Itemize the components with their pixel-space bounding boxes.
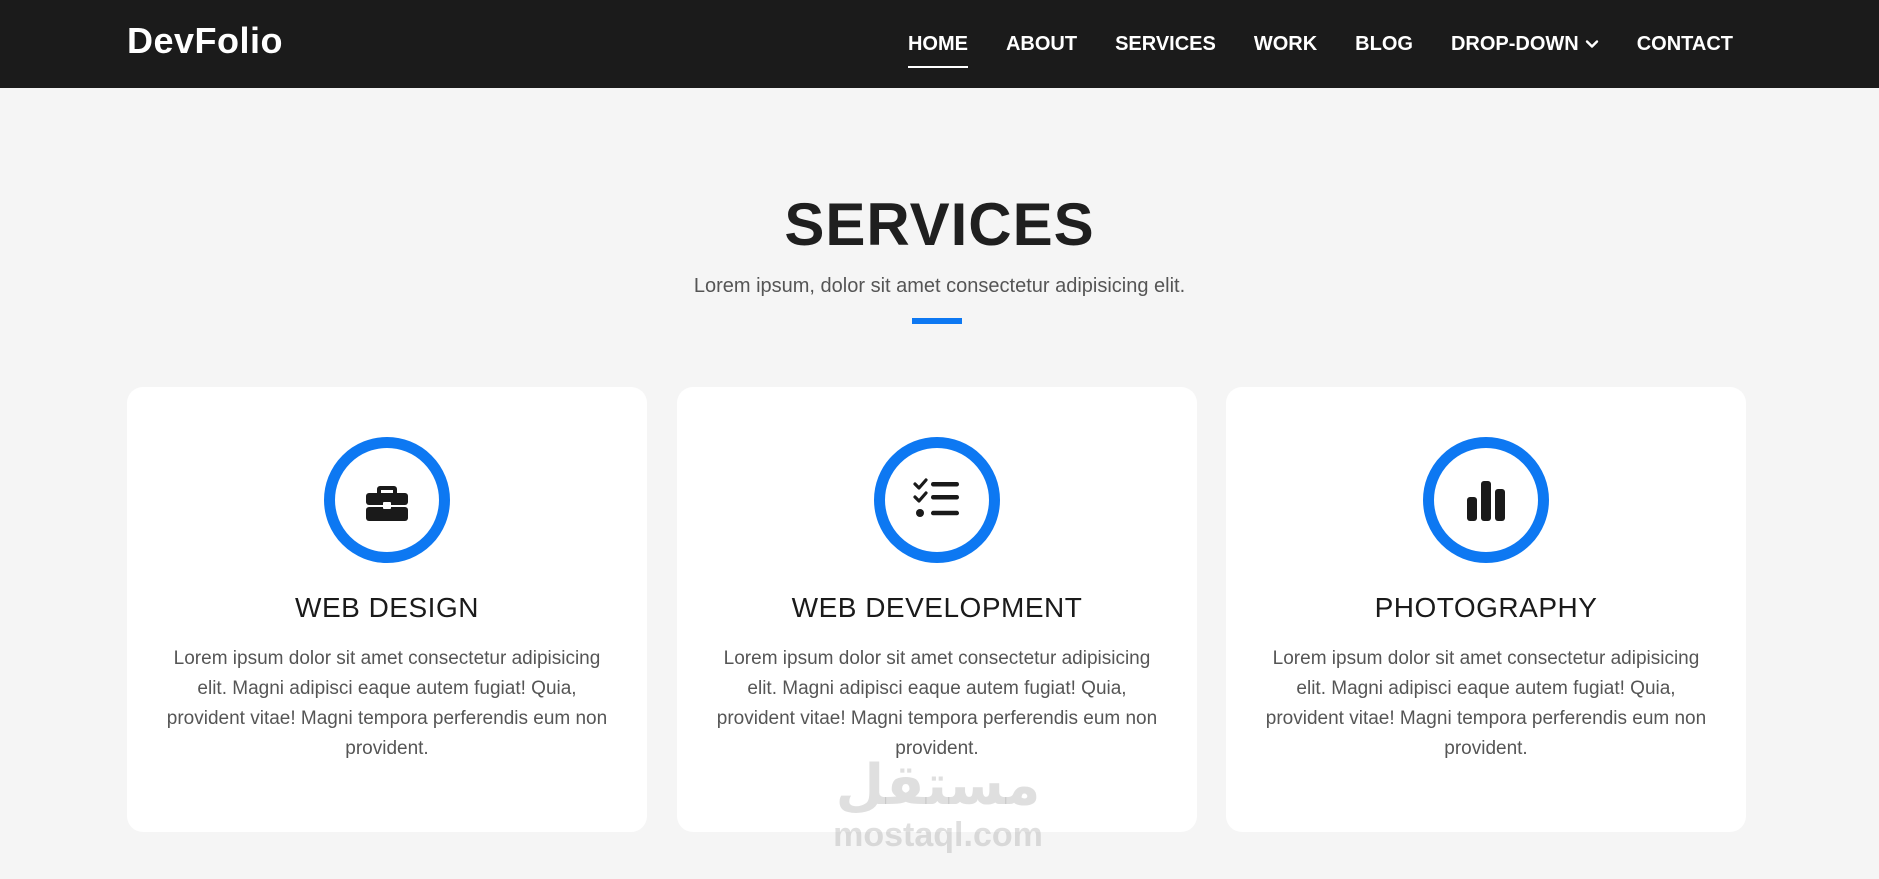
section-subtitle: Lorem ipsum, dolor sit amet consectetur … [693, 275, 1186, 297]
services-header: SERVICES Lorem ipsum, dolor sit amet con… [0, 190, 1879, 298]
nav-link-blog[interactable]: BLOG [1355, 24, 1413, 64]
main-nav: HOME ABOUT SERVICES WORK BLOG DROP-DOWN … [907, 0, 1733, 88]
icon-ring [324, 437, 450, 563]
card-title: WEB DESIGN [295, 592, 479, 623]
card-title: PHOTOGRAPHY [1374, 592, 1598, 623]
nav-link-about[interactable]: ABOUT [1006, 24, 1077, 64]
nav-link-label: WORK [1253, 32, 1318, 55]
title-divider [912, 318, 962, 324]
card-text: Lorem ipsum dolor sit amet consectetur a… [716, 648, 1158, 759]
nav-link-work[interactable]: WORK [1254, 24, 1317, 64]
watermark-latin: mostaql.com [833, 816, 1043, 854]
nav-link-label: CONTACT [1636, 32, 1733, 55]
checklist-icon [913, 478, 959, 517]
nav-link-label: ABOUT [1005, 32, 1078, 55]
chevron-down-icon [1585, 40, 1598, 48]
card-text: Lorem ipsum dolor sit amet consectetur a… [1265, 648, 1707, 759]
brand-logo[interactable]: DevFolio [127, 20, 283, 62]
section-title: SERVICES [784, 191, 1095, 258]
briefcase-icon [366, 486, 408, 521]
icon-ring [1423, 437, 1549, 563]
card-title: WEB DEVELOPMENT [791, 592, 1083, 623]
nav-link-label: SERVICES [1115, 32, 1216, 55]
service-card-photography: PHOTOGRAPHY Lorem ipsum dolor sit amet c… [1226, 387, 1746, 832]
nav-link-label: BLOG [1355, 32, 1413, 55]
nav-link-home[interactable]: HOME [907, 24, 968, 68]
card-text: Lorem ipsum dolor sit amet consectetur a… [166, 648, 608, 759]
watermark-arabic: مستقل [835, 753, 1041, 816]
nav-link-contact[interactable]: CONTACT [1637, 24, 1733, 64]
nav-link-label: HOME [907, 32, 968, 55]
bar-chart-icon [1467, 481, 1505, 521]
nav-link-label: DROP-DOWN [1450, 32, 1579, 55]
watermark: مستقل mostaql.com [818, 755, 1058, 855]
service-card-web-design: WEB DESIGN Lorem ipsum dolor sit amet co… [127, 387, 647, 832]
top-navbar: DevFolio HOME ABOUT SERVICES WORK BLOG D… [0, 0, 1879, 88]
nav-link-services[interactable]: SERVICES [1115, 24, 1216, 64]
icon-ring [874, 437, 1000, 563]
nav-link-dropdown[interactable]: DROP-DOWN [1451, 24, 1599, 64]
